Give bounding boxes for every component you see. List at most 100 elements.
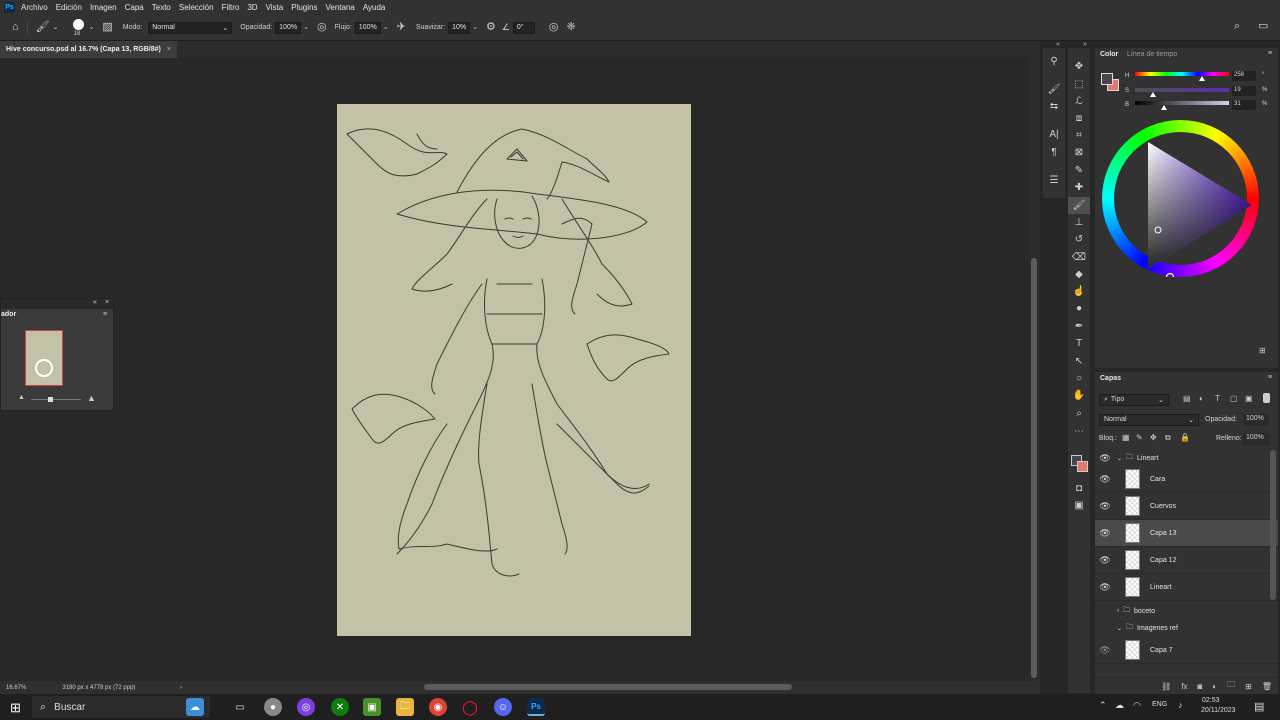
menu-archivo[interactable]: Archivo <box>21 3 48 12</box>
new-layer-icon[interactable]: ⊞ <box>1245 682 1252 691</box>
chevron-down-icon[interactable]: ⌄ <box>472 24 478 31</box>
lock-pixels-icon[interactable]: ✎ <box>1136 433 1143 442</box>
gear-icon[interactable]: ⚙ <box>486 22 496 33</box>
history-panel-icon[interactable]: ⚲ <box>1043 53 1065 70</box>
brush-settings-icon[interactable]: ▨ <box>102 22 112 33</box>
tab-timeline[interactable]: Línea de tiempo <box>1127 51 1177 58</box>
saturation-input[interactable]: 19 <box>1232 86 1256 96</box>
lock-all-icon[interactable]: 🔒 <box>1180 433 1190 442</box>
brush-preset-picker[interactable]: 18 <box>69 16 89 40</box>
eye-icon[interactable]: 👁 <box>1095 501 1115 512</box>
eye-icon[interactable]: 👁 <box>1095 555 1115 566</box>
marquee-tool-icon[interactable]: ⬚ <box>1068 76 1090 93</box>
opacity-input[interactable]: 100% <box>275 21 302 34</box>
opera-icon[interactable]: ◯ <box>461 698 479 716</box>
tray-chevron-icon[interactable]: ⌃ <box>1099 700 1107 711</box>
brightness-slider-thumb[interactable] <box>1161 105 1168 110</box>
tab-layers[interactable]: Capas <box>1100 375 1121 382</box>
document-canvas[interactable] <box>337 104 691 636</box>
chrome-icon[interactable]: ◉ <box>429 698 447 716</box>
workspace-icon[interactable]: ▭ <box>1258 21 1268 32</box>
hue-slider-thumb[interactable] <box>1199 76 1206 81</box>
airbrush-icon[interactable]: ✈ <box>397 22 406 33</box>
collapse-icon[interactable]: « <box>93 299 97 306</box>
adjustments-panel-icon[interactable]: ⇆ <box>1043 98 1065 115</box>
menu-texto[interactable]: Texto <box>152 3 171 12</box>
search-icon[interactable]: ⌕ <box>1234 21 1240 32</box>
screen-mode-icon[interactable]: ▣ <box>1068 497 1090 514</box>
taskbar-date[interactable]: 20/11/2023 <box>1201 707 1236 714</box>
close-icon[interactable]: × <box>105 299 109 306</box>
weather-widget-icon[interactable]: ☁ <box>186 698 204 716</box>
layer-row[interactable]: 👁 Capa 7 <box>1095 637 1278 664</box>
layer-group-row[interactable]: 👁 ⌄ 🗀 Imagenes ref <box>1095 620 1278 636</box>
brush-tool-icon[interactable]: 🖌 <box>1068 197 1090 214</box>
photoshop-logo-icon[interactable]: Ps <box>4 2 15 13</box>
zoom-slider-thumb[interactable] <box>48 397 53 402</box>
menu-3d[interactable]: 3D <box>247 3 257 12</box>
discord-icon[interactable]: ☺ <box>494 698 512 716</box>
zoom-out-icon[interactable]: ▲ <box>18 394 25 401</box>
zoom-level[interactable]: 16.67% <box>6 685 26 691</box>
panel-menu-icon[interactable]: ≡ <box>1268 374 1272 381</box>
navigator-thumbnail[interactable] <box>25 330 63 386</box>
filter-adjustment-icon[interactable]: ◐ <box>1199 394 1204 403</box>
notifications-icon[interactable]: ▤ <box>1254 700 1264 713</box>
menu-filtro[interactable]: Filtro <box>222 3 240 12</box>
pen-tool-icon[interactable]: ✒ <box>1068 318 1090 335</box>
layer-row[interactable]: 👁 Cara <box>1095 466 1278 493</box>
eye-icon[interactable]: 👁 <box>1095 645 1115 656</box>
menu-plugins[interactable]: Plugins <box>291 3 317 12</box>
layer-group-row[interactable]: 👁 › 🗀 boceto <box>1095 603 1278 619</box>
eye-icon[interactable]: 👁 <box>1095 528 1115 539</box>
lasso-tool-icon[interactable]: ℒ <box>1068 93 1090 110</box>
volume-icon[interactable]: ♪ <box>1178 700 1183 710</box>
menu-ventana[interactable]: Ventana <box>325 3 354 12</box>
taskbar-time[interactable]: 02:53 <box>1202 697 1220 704</box>
layer-row[interactable]: 👁 Capa 12 <box>1095 547 1278 574</box>
hue-input[interactable]: 258 <box>1232 71 1256 81</box>
layer-filter-select[interactable]: ⌕ Tipo ⌄ <box>1099 394 1169 406</box>
wifi-icon[interactable]: ◠ <box>1133 700 1141 711</box>
layer-style-icon[interactable]: fx <box>1181 682 1187 691</box>
eraser-tool-icon[interactable]: ⌫ <box>1068 249 1090 266</box>
delete-layer-icon[interactable]: 🗑 <box>1262 682 1272 691</box>
app-icon[interactable]: ● <box>264 698 282 716</box>
dodge-tool-icon[interactable]: ● <box>1068 300 1090 317</box>
filter-smart-object-icon[interactable]: ▣ <box>1245 394 1253 403</box>
eye-hidden-icon[interactable]: 👁 <box>1095 606 1115 617</box>
clone-stamp-tool-icon[interactable]: ⊥ <box>1068 214 1090 231</box>
chevron-right-icon[interactable]: › <box>1117 608 1119 614</box>
pressure-size-icon[interactable]: ◎ <box>549 22 559 33</box>
chevron-down-icon[interactable]: ⌄ <box>1117 625 1122 632</box>
cloud-icon[interactable]: ☁ <box>1115 700 1124 711</box>
expand-icon[interactable]: » <box>1083 41 1087 48</box>
menu-imagen[interactable]: Imagen <box>90 3 117 12</box>
symmetry-icon[interactable]: ❈ <box>567 22 576 33</box>
chevron-down-icon[interactable]: ⌄ <box>1117 455 1122 462</box>
brush-tool-icon[interactable]: 🖌 <box>36 22 50 33</box>
frame-tool-icon[interactable]: ⊠ <box>1068 144 1090 161</box>
chevron-down-icon[interactable]: ⌄ <box>89 24 95 31</box>
layer-row-selected[interactable]: 👁 Capa 13 <box>1095 520 1278 547</box>
chevron-down-icon[interactable]: ⌄ <box>383 24 389 31</box>
filter-shape-icon[interactable]: ▢ <box>1230 394 1238 403</box>
link-layers-icon[interactable]: ⛓ <box>1161 682 1171 691</box>
lock-transparent-icon[interactable]: ▦ <box>1122 433 1130 442</box>
panel-menu-icon[interactable]: ≡ <box>1268 50 1272 57</box>
menu-capa[interactable]: Capa <box>125 3 144 12</box>
vertical-scrollbar[interactable] <box>1029 58 1040 681</box>
status-menu-arrow[interactable]: › <box>180 685 182 691</box>
collapse-icon[interactable]: « <box>1056 41 1060 48</box>
chevron-down-icon[interactable]: ⌄ <box>303 24 309 31</box>
minecraft-icon[interactable]: ▣ <box>363 698 381 716</box>
foreground-color-swatch[interactable] <box>1101 73 1113 85</box>
eye-hidden-icon[interactable]: 👁 <box>1095 623 1115 634</box>
language-indicator[interactable]: ENG <box>1152 701 1167 708</box>
lock-artboard-icon[interactable]: ⧉ <box>1165 433 1171 443</box>
properties-panel-icon[interactable]: ☰ <box>1043 172 1065 189</box>
horizontal-scroll-thumb[interactable] <box>424 684 792 690</box>
task-view-icon[interactable]: ▭ <box>231 698 249 716</box>
layer-row[interactable]: 👁 Cuervos <box>1095 493 1278 520</box>
layer-group-row[interactable]: 👁 ⌄ 🗀 Lineart <box>1095 450 1278 466</box>
